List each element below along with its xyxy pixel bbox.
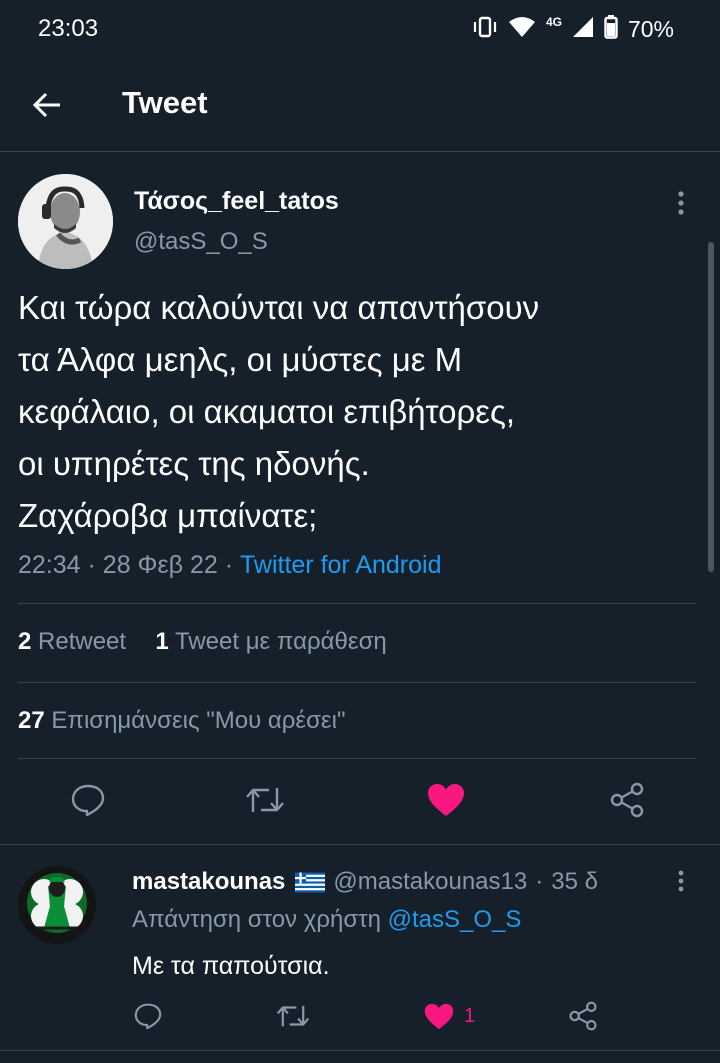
likes-count: 27 [18, 707, 45, 734]
quote-count: 1 [155, 628, 169, 655]
divider [0, 844, 720, 845]
replying-to: Απάντηση στον χρήστη @tasS_O_S [132, 906, 521, 934]
likes-stats[interactable]: 27 Επισημάνσεις "Μου αρέσει" [18, 707, 345, 735]
app-header: Tweet [0, 58, 720, 152]
quote-label: Tweet με παράθεση [175, 628, 387, 655]
reply-tweet[interactable]: mastakounas @mastakounas13 · 35 δ Απάντη… [0, 846, 720, 1063]
page-title: Tweet [122, 85, 208, 120]
status-bar: 23:03 4G 70% [0, 0, 720, 58]
tweet-text: Και τώρα καλούνται να απαντήσουν τα Άλφα… [18, 282, 698, 542]
reply-like-button[interactable]: 1 [424, 996, 475, 1036]
reply-retweet-button[interactable] [276, 996, 310, 1036]
tweet-time: 22:34 [18, 551, 81, 579]
reply-more-button[interactable] [666, 866, 696, 896]
share-icon [569, 1001, 597, 1031]
heart-filled-icon [424, 1003, 454, 1029]
retweet-icon [246, 788, 284, 812]
tweet-meta: 22:34 · 28 Φεβ 22 · Twitter for Android [18, 551, 442, 580]
back-arrow-icon [32, 92, 60, 118]
author-handle[interactable]: @tasS_O_S [134, 228, 268, 256]
reply-author-avatar[interactable] [18, 866, 96, 944]
vibrate-icon [472, 16, 498, 43]
retweet-label: Retweet [38, 628, 127, 655]
network-type-label: 4G [545, 15, 562, 29]
reply-like-count: 1 [464, 1004, 476, 1027]
retweet-icon [276, 1005, 310, 1027]
divider [18, 758, 696, 759]
greek-flag-icon [295, 872, 326, 892]
wifi-icon [508, 16, 536, 43]
more-vertical-icon [678, 870, 684, 892]
likes-label: Επισημάνσεις "Μου αρέσει" [51, 707, 346, 734]
retweet-stats[interactable]: 2 Retweet 1 Tweet με παράθεση [18, 628, 387, 656]
tweet-client-link[interactable]: Twitter for Android [240, 551, 441, 579]
signal-icon [572, 16, 594, 43]
tweet-text-line: τα Άλφα μεηλς, οι μύστες με Μ [18, 341, 463, 378]
author-name[interactable]: Τάσος_feel_tatos [134, 187, 339, 216]
tweet-text-line: Και τώρα καλούνται να απαντήσουν [18, 289, 540, 326]
battery-percent: 70% [627, 15, 674, 42]
reply-icon [71, 784, 105, 816]
status-time: 23:03 [38, 15, 99, 42]
divider [0, 1050, 720, 1051]
meta-separator: · [224, 551, 241, 579]
replying-to-label: Απάντηση στον χρήστη [132, 906, 381, 933]
reply-text: Με τα παπούτσια. [132, 952, 330, 980]
battery-icon [604, 14, 618, 44]
reply-author-handle[interactable]: @mastakounas13 [333, 868, 527, 896]
share-button[interactable] [605, 778, 649, 822]
retweet-count: 2 [18, 628, 32, 655]
reply-button[interactable] [66, 778, 110, 822]
author-avatar[interactable] [18, 174, 113, 269]
reply-author-name[interactable]: mastakounas [132, 868, 285, 896]
meta-separator: · [87, 551, 103, 579]
reply-share-button[interactable] [568, 996, 598, 1036]
status-icons: 4G 70% [472, 14, 674, 44]
reply-header: mastakounas @mastakounas13 · 35 δ [132, 868, 598, 896]
more-vertical-icon [678, 191, 684, 215]
heart-filled-icon [428, 784, 464, 816]
like-button[interactable] [424, 778, 468, 822]
retweet-button[interactable] [243, 778, 287, 822]
tweet-date: 28 Φεβ 22 [102, 551, 218, 579]
replying-to-mention[interactable]: @tasS_O_S [388, 906, 522, 933]
tweet-text-line: οι υπηρέτες της ηδονής. [18, 445, 370, 482]
tweet-action-bar [0, 770, 720, 830]
scrollbar[interactable] [708, 242, 714, 572]
tweet-more-button[interactable] [664, 186, 698, 220]
tweet-text-line: κεφάλαιο, οι ακαματοι επιβήτορες, [18, 393, 516, 430]
meta-separator: · [535, 868, 544, 895]
reply-age: 35 δ [551, 868, 598, 895]
tweet-text-line: Ζαχάροβα μπαίνατε; [18, 497, 318, 534]
divider [18, 682, 696, 683]
reply-action-bar: 1 [0, 996, 720, 1040]
back-button[interactable] [22, 80, 72, 130]
reply-icon [134, 1003, 162, 1029]
reply-reply-button[interactable] [134, 996, 162, 1036]
share-icon [610, 782, 644, 818]
divider [18, 603, 696, 604]
